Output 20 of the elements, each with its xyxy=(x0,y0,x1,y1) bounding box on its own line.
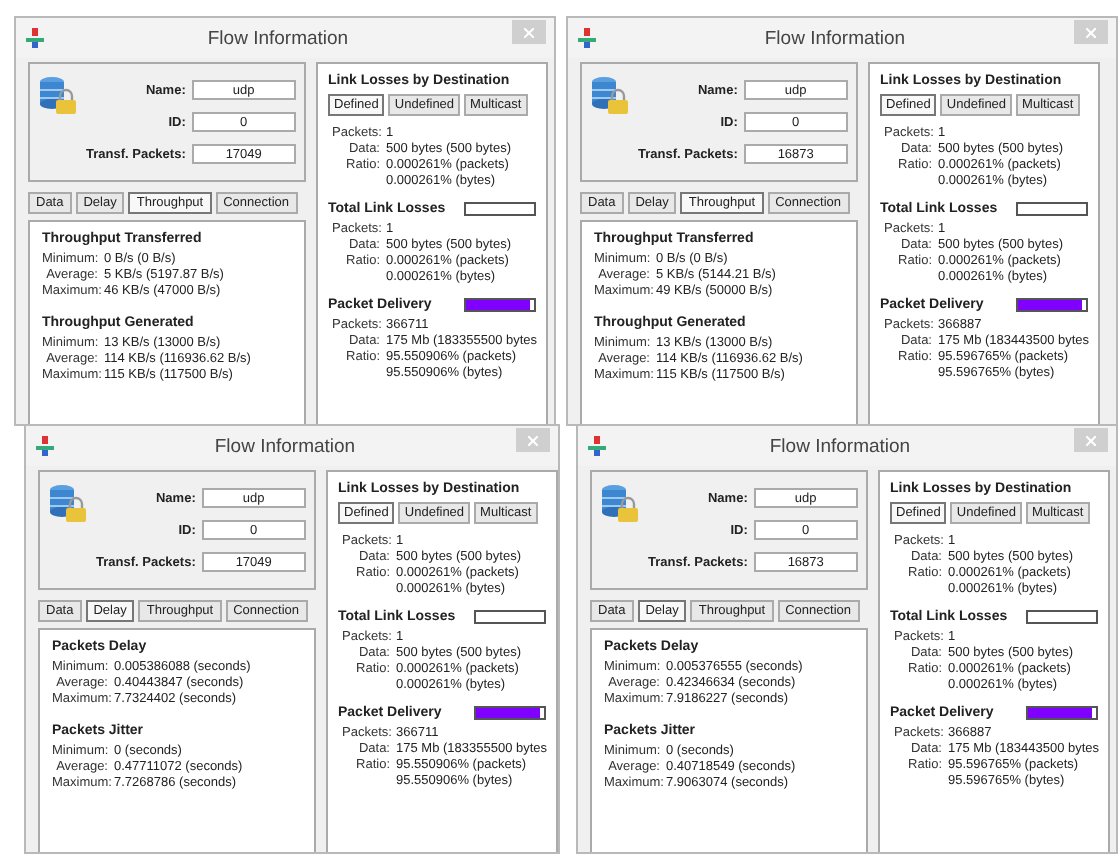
app-icon xyxy=(36,436,54,456)
close-button[interactable] xyxy=(516,428,550,452)
app-icon xyxy=(588,436,606,456)
window-title: Flow Information xyxy=(767,435,913,457)
window-title: Flow Information xyxy=(212,435,358,457)
close-button[interactable] xyxy=(1074,20,1108,44)
close-button[interactable] xyxy=(1074,428,1108,452)
close-icon xyxy=(528,435,538,445)
close-icon xyxy=(1086,435,1096,445)
database-lock-icon xyxy=(600,484,640,524)
database-lock-icon xyxy=(48,484,88,524)
window-title: Flow Information xyxy=(762,27,908,49)
database-lock-icon xyxy=(38,76,78,116)
close-button[interactable] xyxy=(512,20,546,44)
database-lock-icon xyxy=(590,76,630,116)
close-icon xyxy=(524,27,534,37)
window-title: Flow Information xyxy=(205,27,351,49)
app-icon xyxy=(26,28,44,48)
app-icon xyxy=(578,28,596,48)
close-icon xyxy=(1086,27,1096,37)
